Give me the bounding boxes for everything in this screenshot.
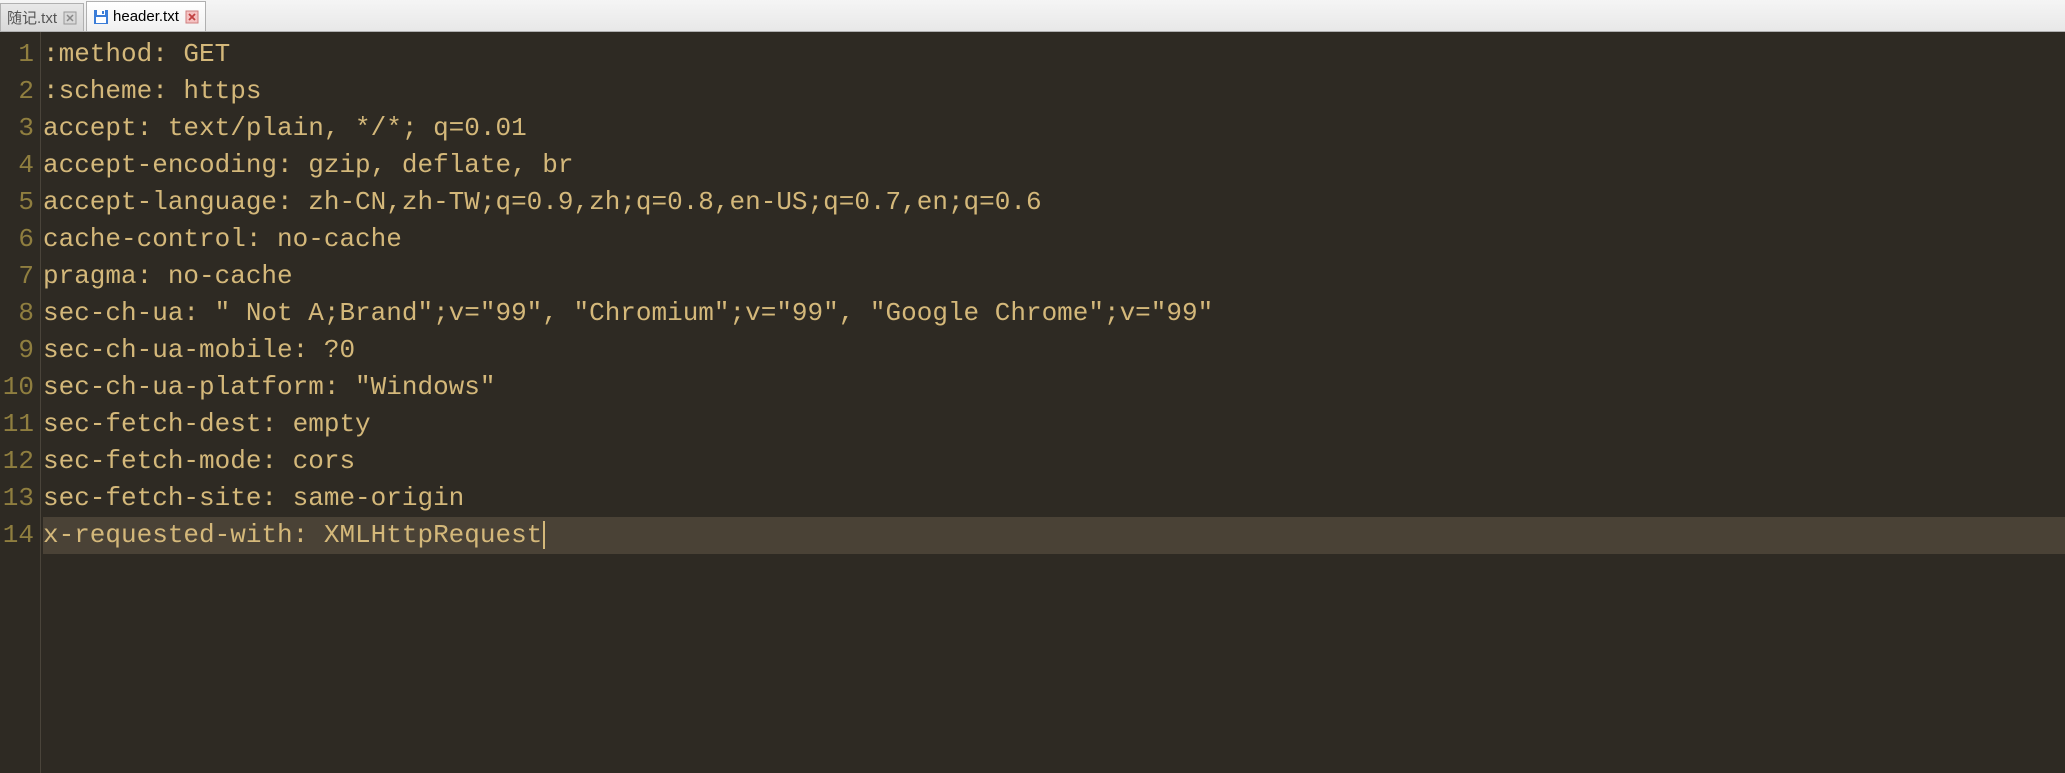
line-number: 3 — [0, 110, 34, 147]
save-icon — [93, 9, 109, 25]
line-number: 12 — [0, 443, 34, 480]
line-number: 6 — [0, 221, 34, 258]
close-icon[interactable] — [185, 10, 199, 24]
line-number: 5 — [0, 184, 34, 221]
line-number: 13 — [0, 480, 34, 517]
line-number: 4 — [0, 147, 34, 184]
code-line[interactable]: sec-ch-ua: " Not A;Brand";v="99", "Chrom… — [43, 295, 2065, 332]
tab-label: 随记.txt — [7, 7, 57, 28]
code-line[interactable]: accept: text/plain, */*; q=0.01 — [43, 110, 2065, 147]
tab-notes[interactable]: 随记.txt — [0, 3, 84, 31]
code-line[interactable]: accept-encoding: gzip, deflate, br — [43, 147, 2065, 184]
code-line[interactable]: cache-control: no-cache — [43, 221, 2065, 258]
code-editor[interactable]: 1234567891011121314 :method: GET:scheme:… — [0, 32, 2065, 773]
line-number: 10 — [0, 369, 34, 406]
text-cursor — [543, 521, 545, 549]
tab-bar: 随记.txt header.txt — [0, 0, 2065, 32]
code-line[interactable]: accept-language: zh-CN,zh-TW;q=0.9,zh;q=… — [43, 184, 2065, 221]
tab-header[interactable]: header.txt — [86, 1, 206, 31]
code-line[interactable]: :scheme: https — [43, 73, 2065, 110]
code-line[interactable]: sec-ch-ua-platform: "Windows" — [43, 369, 2065, 406]
line-number: 7 — [0, 258, 34, 295]
code-content[interactable]: :method: GET:scheme: httpsaccept: text/p… — [40, 32, 2065, 773]
line-number: 9 — [0, 332, 34, 369]
line-number: 1 — [0, 36, 34, 73]
line-number: 2 — [0, 73, 34, 110]
code-line[interactable]: sec-ch-ua-mobile: ?0 — [43, 332, 2065, 369]
tab-label: header.txt — [113, 8, 179, 25]
code-line[interactable]: sec-fetch-mode: cors — [43, 443, 2065, 480]
code-line[interactable]: :method: GET — [43, 36, 2065, 73]
code-line[interactable]: sec-fetch-dest: empty — [43, 406, 2065, 443]
line-number: 14 — [0, 517, 34, 554]
code-line[interactable]: sec-fetch-site: same-origin — [43, 480, 2065, 517]
code-line[interactable]: pragma: no-cache — [43, 258, 2065, 295]
line-number: 11 — [0, 406, 34, 443]
line-number: 8 — [0, 295, 34, 332]
line-number-gutter: 1234567891011121314 — [0, 32, 40, 773]
code-line[interactable]: x-requested-with: XMLHttpRequest — [43, 517, 2065, 554]
close-icon[interactable] — [63, 11, 77, 25]
